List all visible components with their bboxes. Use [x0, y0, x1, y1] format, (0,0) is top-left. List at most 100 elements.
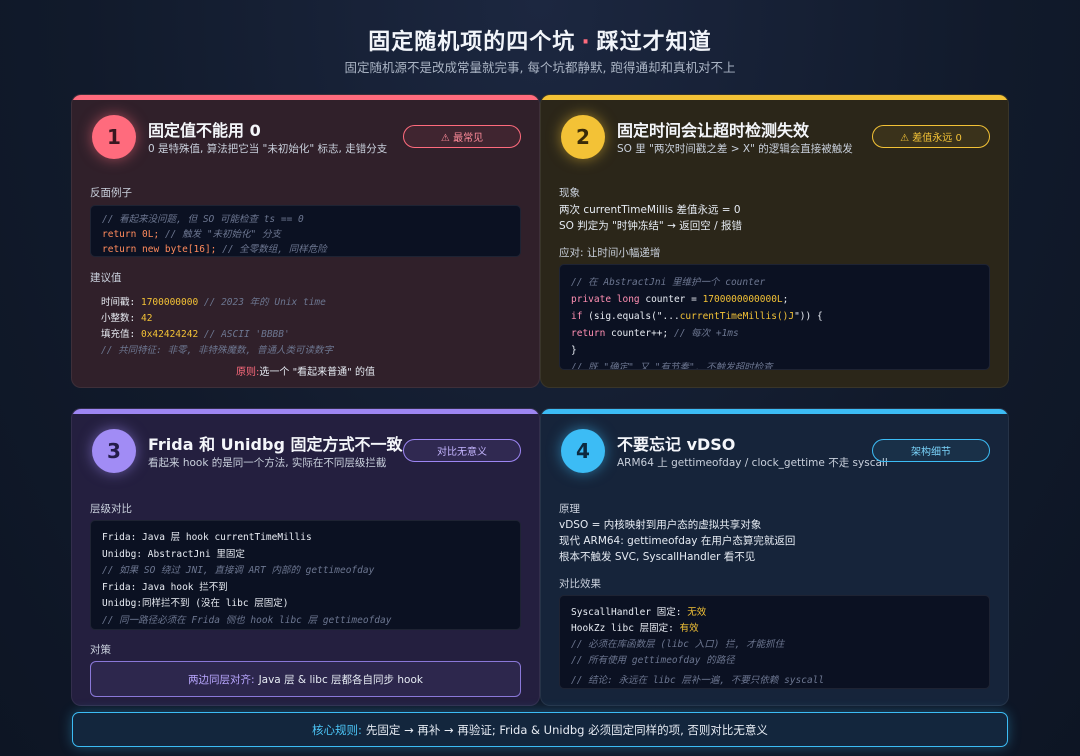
code-key: Unidbg:	[102, 548, 143, 560]
section-label-solution: 应对: 让时间小幅递增	[559, 247, 661, 259]
card-tag-badge: ⚠ 差值永远 0	[872, 125, 990, 148]
page-subtitle: 固定随机源不是改成常量就完事, 每个坑都静默, 跑得通却和真机对不上	[344, 60, 736, 75]
title-dot: ·	[581, 30, 591, 55]
phenomenon-line: SO 判定为 "时钟冻结" → 返回空 / 报错	[559, 220, 742, 232]
principle-text: 选一个 "看起来普通" 的值	[259, 367, 375, 378]
principle-line: 现代 ARM64: gettimeofday 在用户态算完就返回	[559, 535, 796, 547]
card-number-badge: 2	[561, 115, 605, 159]
code-comment: // 必须在库函数层 (libc 入口) 拦, 才能抓住	[571, 639, 785, 650]
principle-line: 原则:选一个 "看起来普通" 的值	[72, 363, 539, 378]
code-text: ;	[782, 294, 789, 305]
principle-key: 原则:	[236, 367, 260, 378]
code-text: Java 层 hook currentTimeMillis	[136, 532, 312, 543]
card-title: 固定时间会让超时检测失效	[617, 121, 810, 140]
code-keyword: private long	[571, 294, 640, 305]
countermeasure-text: Java 层 & libc 层都各自同步 hook	[258, 673, 423, 686]
suggest-row-fill: 填充值: 0x42424242 // ASCII 'BBBB'	[101, 327, 333, 343]
page-title-left: 固定随机项的四个坑	[368, 30, 576, 55]
card-description: SO 里 "两次时间戳之差 > X" 的逻辑会直接被触发	[617, 143, 853, 155]
core-rule-text: 先固定 → 再补 → 再验证; Frida & Unidbg 必须固定同样的项,…	[365, 722, 768, 737]
code-block-layer-compare: Frida: Java 层 hook currentTimeMillis Uni…	[90, 520, 521, 630]
suggest-common-comment: // 共同特征: 非零, 非特殊魔数, 普通人类可读数字	[101, 345, 333, 356]
code-key: Unidbg:	[102, 598, 143, 609]
code-text: Java hook 拦不到	[136, 581, 228, 593]
code-comment: // 每次 +1ms	[673, 328, 739, 339]
page-title-right: 踩过才知道	[596, 30, 712, 55]
suggest-row-timestamp: 时间戳: 1700000000 // 2023 年的 Unix time	[101, 295, 333, 311]
section-label-layer-compare: 层级对比	[90, 503, 132, 515]
pitfall-card-2: 2 固定时间会让超时检测失效 SO 里 "两次时间戳之差 > X" 的逻辑会直接…	[540, 94, 1009, 388]
suggest-row-int: 小整数: 42	[101, 311, 333, 327]
suggest-value: 0x42424242	[140, 329, 199, 340]
card-accent-bar	[541, 95, 1008, 100]
section-label-counter-example: 反面例子	[90, 187, 132, 199]
code-text: counter++;	[605, 328, 674, 339]
code-key: SyscallHandler 固定:	[571, 607, 688, 618]
card-accent-bar	[72, 409, 539, 414]
suggest-label: 小整数:	[101, 313, 136, 324]
code-comment: // 如果 SO 绕过 JNI, 直接调 ART 内部的 gettimeofda…	[102, 565, 375, 576]
code-comment: // 结论: 永远在 libc 层补一遍, 不要只依赖 syscall	[571, 675, 825, 686]
code-keyword: return 0L;	[102, 229, 160, 240]
code-function: currentTimeMillis()J	[679, 311, 795, 322]
suggested-values: 时间戳: 1700000000 // 2023 年的 Unix time 小整数…	[101, 295, 333, 359]
card-title: Frida 和 Unidbg 固定方式不一致	[148, 435, 403, 454]
card-description: 看起来 hook 的是同一个方法, 实际在不同层级拦截	[148, 457, 387, 469]
code-line: Unidbg:同样拦不到 (没在 libc 层固定)	[102, 596, 509, 613]
code-number: 1700000000000L	[702, 294, 783, 305]
code-line: return counter++; // 每次 +1ms	[571, 325, 978, 342]
suggest-label: 时间戳:	[101, 297, 136, 308]
code-key: HookZz libc 层固定:	[571, 623, 680, 634]
phenomenon-text: 两次 currentTimeMillis 差值永远 = 0 SO 判定为 "时钟…	[559, 202, 742, 234]
code-text: ")) {	[794, 311, 823, 322]
code-line: if (sig.equals("...currentTimeMillis()J"…	[571, 308, 978, 325]
section-label-compare: 对比效果	[559, 578, 601, 590]
section-label-countermeasure: 对策	[90, 644, 111, 656]
code-block-counter-example: // 看起来没问题, 但 SO 可能检查 ts == 0 return 0L; …	[90, 205, 521, 257]
suggest-comment: // ASCII 'BBBB'	[203, 329, 290, 340]
code-key: Frida:	[102, 581, 137, 593]
code-line: Frida: Java hook 拦不到	[102, 580, 509, 597]
card-title: 固定值不能用 0	[148, 121, 261, 140]
pitfall-card-1: 1 固定值不能用 0 0 是特殊值, 算法把它当 "未初始化" 标志, 走错分支…	[71, 94, 540, 388]
code-line: private long counter = 1700000000000L;	[571, 291, 978, 308]
section-label-phenomenon: 现象	[559, 187, 580, 199]
status-valid: 有效	[679, 623, 699, 634]
section-label-suggested: 建议值	[90, 272, 122, 284]
code-keyword: return new byte[16];	[102, 244, 217, 255]
code-keyword: return	[571, 328, 606, 339]
card-number-badge: 1	[92, 115, 136, 159]
suggest-value: 42	[140, 313, 153, 324]
principle-line: vDSO = 内核映射到用户态的虚拟共享对象	[559, 519, 762, 531]
countermeasure-box: 两边同层对齐: Java 层 & libc 层都各自同步 hook	[90, 661, 521, 697]
card-tag-badge: 对比无意义	[403, 439, 521, 462]
pitfall-card-4: 4 不要忘记 vDSO ARM64 上 gettimeofday / clock…	[540, 408, 1009, 706]
code-comment: // 看起来没问题, 但 SO 可能检查 ts == 0	[102, 214, 304, 225]
code-line: HookZz libc 层固定: 有效	[571, 621, 978, 637]
code-line: return 0L; // 触发 "未初始化" 分支	[102, 227, 509, 242]
card-accent-bar	[72, 95, 539, 100]
code-text: 同样拦不到 (没在 libc 层固定)	[142, 598, 289, 609]
card-tag-badge: 架构细节	[872, 439, 990, 462]
card-description: ARM64 上 gettimeofday / clock_gettime 不走 …	[617, 457, 888, 469]
code-comment: // 触发 "未初始化" 分支	[164, 229, 281, 240]
code-block-solution: // 在 AbstractJni 里维护一个 counter private l…	[559, 264, 990, 370]
card-description: 0 是特殊值, 算法把它当 "未初始化" 标志, 走错分支	[148, 143, 388, 155]
page-title: 固定随机项的四个坑 · 踩过才知道	[0, 24, 1080, 56]
code-text: (sig.equals("...	[582, 311, 680, 322]
code-keyword: if	[571, 311, 583, 322]
code-comment: // 在 AbstractJni 里维护一个 counter	[571, 277, 766, 288]
core-rule-key: 核心规则:	[312, 722, 362, 737]
card-number-badge: 3	[92, 429, 136, 473]
core-rule-banner: 核心规则: 先固定 → 再补 → 再验证; Frida & Unidbg 必须固定…	[72, 712, 1008, 747]
code-comment: // 全零数组, 同样危险	[222, 244, 327, 255]
pitfall-card-3: 3 Frida 和 Unidbg 固定方式不一致 看起来 hook 的是同一个方…	[71, 408, 540, 706]
code-comment: // 所有使用 gettimeofday 的路径	[571, 655, 735, 666]
countermeasure-key: 两边同层对齐:	[188, 673, 255, 686]
code-text: counter =	[639, 294, 703, 305]
suggest-value: 1700000000	[140, 297, 199, 308]
status-invalid: 无效	[687, 607, 707, 618]
code-line: Frida: Java 层 hook currentTimeMillis	[102, 530, 509, 547]
card-title: 不要忘记 vDSO	[617, 435, 736, 454]
code-comment: // 同一路径必须在 Frida 侧也 hook libc 层 gettimeo…	[102, 614, 392, 626]
